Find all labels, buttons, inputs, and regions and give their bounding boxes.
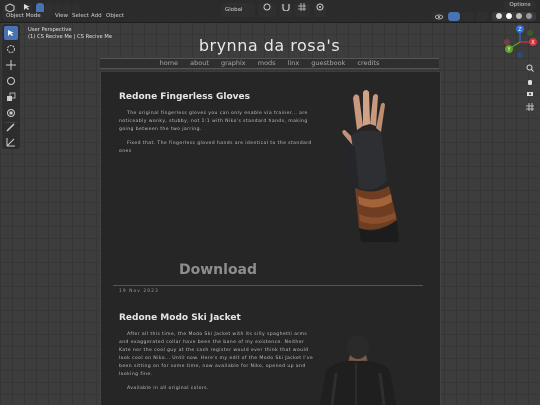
tool-select-box[interactable] — [4, 26, 18, 40]
eye-icon — [435, 14, 443, 20]
x-axis-label: X — [531, 40, 535, 46]
nav-link-graphix[interactable]: graphix — [221, 59, 246, 67]
ruler-icon — [6, 138, 15, 147]
rotate-icon — [7, 77, 15, 85]
neg-x-axis-handle[interactable] — [504, 39, 510, 45]
proportional-edit-icon — [316, 3, 324, 11]
post-paragraph: Available in all original colors. — [127, 386, 209, 391]
mode-dropdown[interactable]: Object Mode — [3, 12, 50, 21]
crosshair-icon — [7, 45, 15, 53]
material-shading-icon[interactable] — [515, 13, 522, 19]
post-title: Redone Modo Ski Jacket — [119, 313, 241, 323]
tool-transform[interactable] — [4, 106, 18, 120]
post-body: The original fingerless gloves you can o… — [119, 110, 317, 162]
nav-link-home[interactable]: home — [160, 59, 178, 67]
nav-link-about[interactable]: about — [190, 59, 209, 67]
perspective-toggle-button[interactable] — [524, 101, 535, 112]
viewport-header: Global Options Object Mode View Select A… — [0, 0, 540, 23]
rendered-shading-icon[interactable] — [525, 13, 532, 19]
menu-add[interactable]: Add — [91, 13, 102, 19]
magnifier-icon — [526, 64, 534, 72]
grid-icon — [525, 102, 534, 111]
menu-object[interactable]: Object — [106, 13, 124, 19]
nav-link-guestbook[interactable]: guestbook — [311, 59, 345, 67]
scale-icon — [7, 92, 16, 101]
zoom-button[interactable] — [524, 62, 535, 73]
post-divider — [113, 285, 423, 286]
transform-icon — [7, 109, 15, 117]
overlays-toggle[interactable] — [462, 12, 474, 21]
navigation-gizmo[interactable]: X Z Y — [502, 24, 538, 60]
tool-move[interactable] — [4, 58, 18, 72]
tool-annotate[interactable] — [4, 120, 18, 134]
wireframe-shading-icon[interactable] — [496, 13, 503, 19]
viewport-menubar: Object Mode View Select Add Object — [0, 11, 540, 22]
pencil-icon — [6, 123, 15, 132]
hand-icon — [527, 79, 532, 85]
nav-link-mods[interactable]: mods — [258, 59, 276, 67]
menu-select[interactable]: Select — [72, 13, 89, 19]
tool-cursor[interactable] — [4, 42, 18, 56]
options-dropdown[interactable]: Options — [504, 1, 536, 10]
neg-z-axis-handle[interactable] — [517, 52, 523, 58]
nav-link-linx[interactable]: linx — [288, 59, 300, 67]
site-nav: home about graphix mods linx guestbook c… — [100, 58, 439, 69]
fingerless-glove-image — [342, 90, 399, 242]
gizmo-toggle[interactable] — [448, 12, 460, 21]
ski-jacket-image — [320, 335, 396, 405]
cursor-icon — [8, 30, 14, 36]
move-icon — [6, 60, 16, 70]
post-paragraph: The original fingerless gloves you can o… — [119, 111, 308, 132]
tool-scale[interactable] — [4, 90, 18, 104]
magnet-icon — [282, 4, 290, 12]
visibility-toggle[interactable] — [432, 12, 446, 21]
camera-view-button[interactable] — [524, 88, 535, 99]
camera-icon — [526, 91, 533, 96]
post-paragraph: Fixed that. The fingerless gloved hands … — [119, 141, 312, 154]
shading-modes[interactable] — [492, 12, 536, 21]
tool-shelf — [2, 24, 20, 149]
nav-link-credits[interactable]: credits — [357, 59, 379, 67]
neg-y-axis-handle[interactable] — [527, 30, 533, 36]
solid-shading-icon[interactable] — [506, 13, 513, 19]
post-card: Redone Modo Ski Jacket After all this ti… — [100, 293, 441, 405]
pivot-icon — [263, 3, 271, 11]
z-axis-label: Z — [518, 27, 522, 33]
tool-measure[interactable] — [4, 135, 18, 149]
xray-toggle[interactable] — [476, 12, 488, 21]
tool-rotate[interactable] — [4, 74, 18, 88]
cursor-icon — [23, 4, 30, 10]
website-page: brynna da rosa's home about graphix mods… — [100, 30, 441, 405]
grid-icon — [298, 3, 306, 11]
menu-view[interactable]: View — [55, 13, 68, 19]
post-body: After all this time, the Modo Ski Jacket… — [119, 331, 317, 399]
post-title: Redone Fingerless Gloves — [119, 92, 250, 102]
post-paragraph: After all this time, the Modo Ski Jacket… — [119, 332, 314, 377]
pan-button[interactable] — [524, 76, 535, 87]
post-card: Redone Fingerless Gloves The original fi… — [100, 72, 441, 300]
download-link[interactable]: Download — [179, 262, 257, 278]
site-title: brynna da rosa's — [198, 36, 341, 55]
